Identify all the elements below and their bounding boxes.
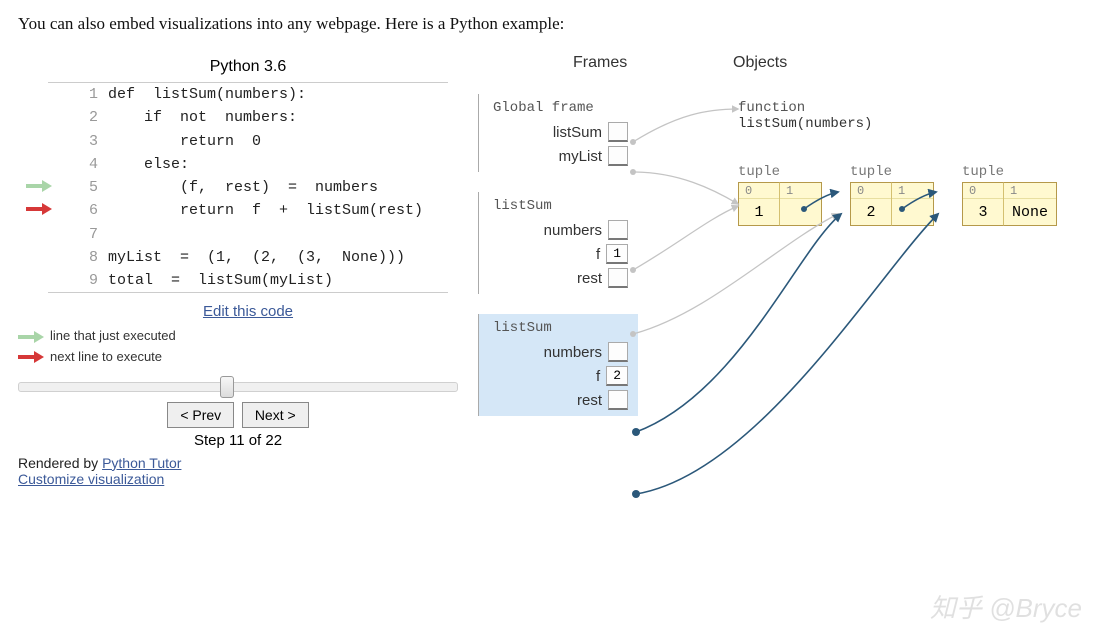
- step-slider-thumb[interactable]: [220, 376, 234, 398]
- legend-just-executed: line that just executed: [50, 326, 176, 347]
- tuple-cell: 01: [738, 182, 780, 226]
- variable-name: f: [596, 246, 606, 263]
- code-line: 1def listSum(numbers):: [48, 83, 448, 106]
- code-line: 7: [48, 223, 448, 246]
- frame-box: Global frame listSum myList: [478, 94, 638, 172]
- code-line: 2 if not numbers:: [48, 106, 448, 129]
- rendered-by-link[interactable]: Python Tutor: [102, 455, 181, 471]
- frames-column-header: Frames: [573, 54, 627, 72]
- variable-value: 1: [606, 244, 628, 264]
- code-line: 4 else:: [48, 153, 448, 176]
- frame-title: Global frame: [489, 100, 628, 120]
- code-line: 8myList = (1, (2, (3, None))): [48, 246, 448, 269]
- objects-column-header: Objects: [733, 54, 787, 72]
- tuple-label: tuple: [738, 164, 822, 180]
- watermark: 知乎 @Bryce: [930, 588, 1082, 625]
- code-line: 5 (f, rest) = numbers: [48, 176, 448, 199]
- variable-value: [608, 390, 628, 410]
- tuple-cell: 02: [850, 182, 892, 226]
- step-slider[interactable]: [18, 382, 458, 392]
- frame-box: listSum numbers f1 rest: [478, 192, 638, 294]
- variable-name: rest: [577, 270, 608, 287]
- code-line: 9total = listSum(myList): [48, 269, 448, 292]
- tuple-cell: 03: [962, 182, 1004, 226]
- python-version-label: Python 3.6: [48, 54, 448, 82]
- tuple-label: tuple: [962, 164, 1057, 180]
- frame-title: listSum: [489, 198, 628, 218]
- legend-next-line: next line to execute: [50, 347, 162, 368]
- arrow-next-line-icon: [26, 202, 52, 216]
- legend: line that just executed next line to exe…: [18, 326, 478, 368]
- variable-value: [608, 342, 628, 362]
- tuple-label: tuple: [850, 164, 934, 180]
- variable-name: numbers: [544, 344, 608, 361]
- tuple-cell: 1: [780, 182, 822, 226]
- tuple-cell: 1: [892, 182, 934, 226]
- variable-value: [608, 146, 628, 166]
- arrow-just-executed-icon: [18, 330, 44, 344]
- function-signature: listSum(numbers): [738, 116, 872, 132]
- code-line: 6 return f + listSum(rest): [48, 199, 448, 222]
- code-listing: 1def listSum(numbers):2 if not numbers:3…: [48, 82, 448, 293]
- edit-code-link[interactable]: Edit this code: [203, 303, 293, 320]
- prev-button[interactable]: < Prev: [167, 402, 234, 428]
- frame-title: listSum: [489, 320, 628, 340]
- object-type-label: function: [738, 100, 872, 116]
- variable-name: f: [596, 368, 606, 385]
- variable-name: rest: [577, 392, 608, 409]
- next-button[interactable]: Next >: [242, 402, 309, 428]
- tuple-object: tuple 011: [738, 164, 822, 226]
- tuple-cell: 1None: [1004, 182, 1057, 226]
- variable-name: numbers: [544, 222, 608, 239]
- code-line: 3 return 0: [48, 130, 448, 153]
- variable-name: listSum: [553, 124, 608, 141]
- variable-name: myList: [559, 148, 608, 165]
- rendered-by-prefix: Rendered by: [18, 455, 102, 471]
- tuple-object: tuple 031None: [962, 164, 1057, 226]
- customize-link[interactable]: Customize visualization: [18, 471, 164, 487]
- intro-text: You can also embed visualizations into a…: [18, 14, 1082, 34]
- tuple-object: tuple 021: [850, 164, 934, 226]
- variable-value: [608, 122, 628, 142]
- variable-value: [608, 220, 628, 240]
- variable-value: 2: [606, 366, 628, 386]
- arrow-next-line-icon: [18, 350, 44, 364]
- frame-box: listSum numbers f2 rest: [478, 314, 638, 416]
- step-label: Step 11 of 22: [18, 432, 458, 449]
- arrow-just-executed-icon: [26, 179, 52, 193]
- variable-value: [608, 268, 628, 288]
